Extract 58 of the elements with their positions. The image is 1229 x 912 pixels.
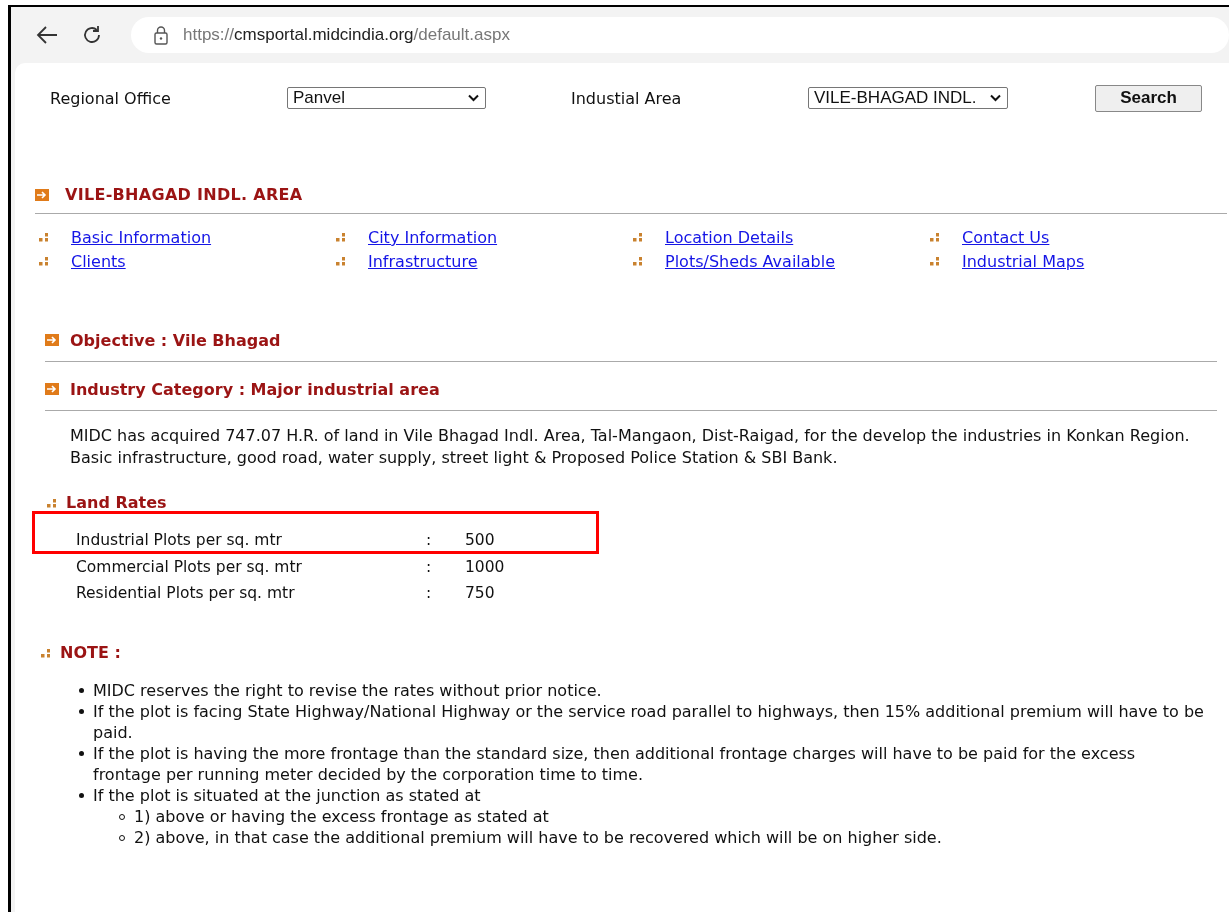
rate-separator: : xyxy=(426,557,433,576)
dots-icon xyxy=(633,257,642,266)
rate-separator: : xyxy=(426,584,433,603)
description-text: MIDC has acquired 747.07 H.R. of land in Vile Bhagad Indl. Area, Tal-Mangaon, Dist-Raigad, for the develop the industries in Konkan Region. Basic infrastructure, good road, water supply, street light & Proposed Police Station & SBI Bank. xyxy=(70,425,1191,469)
filter-label: Industial Area xyxy=(571,88,683,108)
address-bar[interactable]: https://cmsportal.midcindia.org/default.aspx xyxy=(131,17,1229,53)
note-text: 2) above, in that case the additional premium will have to be recovered which will be on higher side. xyxy=(134,826,942,848)
dots-icon xyxy=(336,233,345,242)
chevron-icon xyxy=(990,94,1001,102)
section-heading: Objective : Vile Bhagad xyxy=(70,330,281,350)
arrow-icon xyxy=(45,334,59,346)
land-rates-title: Land Rates xyxy=(66,493,167,512)
nav-link[interactable]: Plots/Sheds Available xyxy=(665,252,836,271)
note-text: If the plot is facing State Highway/National Highway or the service road parallel to highways, then 15% additional premium will have to be paid. xyxy=(93,700,1205,743)
filter-label: Regional Office xyxy=(50,88,172,108)
bullet-icon xyxy=(79,708,84,714)
dots-icon xyxy=(39,257,48,266)
dots-icon xyxy=(39,233,48,242)
lock-icon xyxy=(153,25,169,45)
rate-value: 500 xyxy=(465,531,495,550)
reload-icon[interactable] xyxy=(81,24,103,46)
bullet-icon xyxy=(79,687,84,693)
section-heading: Industry Category : Major industrial area xyxy=(70,379,440,399)
note-title: NOTE : xyxy=(60,642,121,662)
arrow-icon xyxy=(35,188,49,201)
arrow-icon xyxy=(45,383,59,395)
nav-link[interactable]: Basic Information xyxy=(71,228,212,247)
nav-link[interactable]: City Information xyxy=(368,228,498,247)
bullet-icon xyxy=(79,750,84,756)
back-icon[interactable] xyxy=(35,25,59,45)
area-title: VILE-BHAGAD INDL. AREA xyxy=(65,185,303,204)
bullet-icon xyxy=(79,792,84,798)
dots-icon xyxy=(633,233,642,242)
rate-value: 750 xyxy=(465,584,495,603)
note-text: If the plot is situated at the junction as stated at xyxy=(93,784,481,806)
url-text[interactable]: https://cmsportal.midcindia.org/default.aspx xyxy=(183,25,510,45)
rate-value: 1000 xyxy=(465,557,505,576)
search-button[interactable]: Search xyxy=(1095,84,1202,112)
note-text: If the plot is having the more frontage than the standard size, then additional frontage charges will have to be paid for the excess frontage per running meter decided by the corporation time to time. xyxy=(93,742,1137,785)
rate-label: Commercial Plots per sq. mtr xyxy=(76,557,303,576)
nav-link[interactable]: Location Details xyxy=(665,228,794,247)
rate-label: Residential Plots per sq. mtr xyxy=(76,584,296,603)
chevron-icon xyxy=(468,94,479,102)
note-text: MIDC reserves the right to revise the rates without prior notice. xyxy=(93,679,602,701)
nav-link[interactable]: Clients xyxy=(71,252,126,271)
dots-icon xyxy=(930,257,939,266)
dots-icon xyxy=(47,499,56,508)
rate-label: Industrial Plots per sq. mtr xyxy=(76,531,283,550)
dots-icon xyxy=(930,233,939,242)
nav-link[interactable]: Industrial Maps xyxy=(962,252,1085,271)
nav-link[interactable]: Infrastructure xyxy=(368,252,478,271)
dots-icon xyxy=(336,257,345,266)
rate-separator: : xyxy=(426,531,433,550)
dropdown[interactable]: VILE-BHAGAD INDL. xyxy=(808,87,1008,109)
dropdown[interactable]: Panvel xyxy=(287,87,486,109)
nav-link[interactable]: Contact Us xyxy=(962,228,1050,247)
dots-icon xyxy=(41,648,50,658)
note-text: 1) above or having the excess frontage as stated at xyxy=(134,805,549,827)
